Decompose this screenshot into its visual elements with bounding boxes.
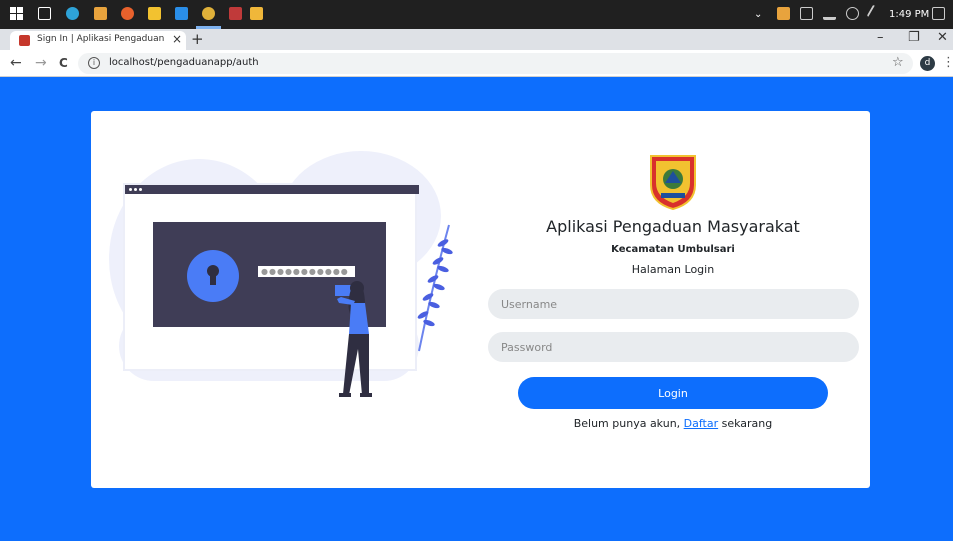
tray-app-icon[interactable] — [777, 7, 790, 20]
menu-icon[interactable]: ⋮ — [942, 55, 953, 70]
notification-icon[interactable] — [932, 7, 945, 20]
login-card: ●●●●●●●●●●● Aplikasi Pengaduan Masyaraka… — [91, 111, 870, 488]
app-icon[interactable] — [229, 7, 242, 20]
window-dot — [134, 188, 137, 191]
login-button[interactable]: Login — [518, 377, 828, 409]
restore-icon[interactable]: ❐ — [908, 30, 920, 45]
browser-tab-strip: Sign In | Aplikasi Pengaduan Masyarakat … — [0, 29, 953, 50]
network-icon[interactable] — [823, 7, 836, 20]
back-icon[interactable]: ← — [10, 55, 22, 71]
window-close-icon[interactable]: ✕ — [937, 30, 948, 45]
language-icon[interactable] — [846, 7, 859, 20]
tray-chevron-icon[interactable]: ⌄ — [754, 0, 762, 29]
clock[interactable]: 1:49 PM — [889, 0, 929, 29]
task-view-icon[interactable] — [38, 7, 51, 20]
reload-icon[interactable]: C — [59, 56, 68, 70]
lock-icon — [187, 250, 239, 302]
page-viewport: ●●●●●●●●●●● Aplikasi Pengaduan Masyaraka… — [0, 78, 953, 541]
firefox-icon[interactable] — [121, 7, 134, 20]
password-input[interactable] — [488, 332, 859, 362]
keyhole-shape — [210, 273, 216, 285]
register-prefix: Belum punya akun, — [573, 417, 684, 430]
register-link[interactable]: Daftar — [684, 417, 718, 430]
woman-figure — [337, 281, 372, 397]
register-prompt: Belum punya akun, Daftar sekarang — [513, 417, 833, 430]
volume-icon[interactable] — [800, 7, 813, 20]
window-dot — [129, 188, 132, 191]
login-illustration: ●●●●●●●●●●● — [91, 111, 471, 488]
windows-taskbar: ⌄ 1:49 PM — [0, 0, 953, 29]
app-title: Aplikasi Pengaduan Masyarakat — [546, 217, 800, 236]
app-icon[interactable] — [94, 7, 107, 20]
windows-start-icon[interactable] — [10, 7, 23, 20]
profile-avatar[interactable]: d — [920, 56, 935, 71]
register-suffix: sekarang — [718, 417, 773, 430]
chrome-icon[interactable] — [202, 7, 215, 20]
browser-toolbar: ← → C i localhost/pengaduanapp/auth ☆ d … — [0, 50, 953, 77]
illustration-browser-bar — [125, 185, 419, 194]
vscode-icon[interactable] — [175, 7, 188, 20]
explorer-icon[interactable] — [250, 7, 263, 20]
window-dot — [139, 188, 142, 191]
minimize-icon[interactable]: – — [877, 30, 884, 45]
illustration-password-field: ●●●●●●●●●●● — [258, 266, 355, 277]
info-icon[interactable]: i — [88, 57, 100, 69]
bookmark-star-icon[interactable]: ☆ — [892, 55, 904, 70]
tab-close-icon[interactable]: × — [172, 32, 182, 46]
files-icon[interactable] — [148, 7, 161, 20]
address-bar[interactable]: i localhost/pengaduanapp/auth — [78, 53, 913, 74]
favicon-icon — [19, 35, 30, 46]
new-tab-icon[interactable]: + — [191, 30, 204, 48]
username-input[interactable] — [488, 289, 859, 319]
forward-icon[interactable]: → — [35, 55, 47, 71]
url-text[interactable]: localhost/pengaduanapp/auth — [109, 57, 259, 68]
browser-tab[interactable]: Sign In | Aplikasi Pengaduan Masyarakat … — [10, 31, 186, 50]
plant-decoration — [417, 224, 453, 352]
coat-of-arms-logo — [650, 155, 696, 211]
edge-icon[interactable] — [66, 7, 79, 20]
pen-icon[interactable] — [866, 4, 885, 23]
page-caption: Halaman Login — [631, 263, 715, 276]
tab-title: Sign In | Aplikasi Pengaduan Masyarakat — [37, 34, 165, 44]
district-subtitle: Kecamatan Umbulsari — [611, 244, 735, 255]
